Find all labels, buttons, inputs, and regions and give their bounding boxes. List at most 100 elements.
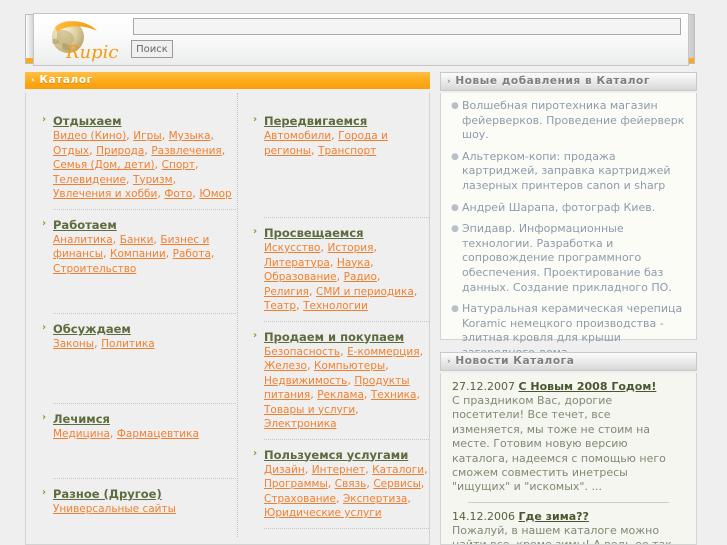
- search-input[interactable]: [133, 18, 681, 35]
- search-button[interactable]: Поиск: [131, 40, 173, 58]
- link-separator: ,: [355, 402, 359, 416]
- chevron-right-icon: ›: [42, 217, 47, 229]
- catalog-subcategory-link[interactable]: Музыка: [169, 130, 211, 142]
- catalog-subcategory-link[interactable]: Интернет: [312, 464, 365, 476]
- catalog-subcategory-link[interactable]: Наука: [337, 257, 370, 269]
- catalog-link-list: Аналитика, Банки, Бизнес и финансы, Комп…: [40, 233, 236, 277]
- link-separator: ,: [363, 388, 371, 401]
- catalog-subcategory-link[interactable]: Видео (Кино): [53, 130, 126, 142]
- catalog-subcategory-link[interactable]: Дизайн: [264, 464, 305, 476]
- new-addition-item[interactable]: ● Альтерком-копи: продажа картриджей, зап…: [451, 150, 686, 194]
- catalog-subcategory-link[interactable]: Е-коммерция: [347, 346, 419, 358]
- catalog-subcategory-link[interactable]: Железо: [264, 360, 307, 372]
- catalog-subcategory-link[interactable]: Театр: [264, 300, 296, 312]
- catalog-group-link[interactable]: Продаем и покупаем: [264, 330, 404, 344]
- catalog-group-title: › Работаем: [40, 218, 236, 232]
- catalog-subcategory-link[interactable]: Техника: [371, 389, 417, 401]
- catalog-subcategory-link[interactable]: Радио: [344, 271, 377, 283]
- catalog-subcategory-link[interactable]: Юридические услуги: [264, 507, 382, 519]
- catalog-group: › Пользуемся услугами Дизайн, Интернет, Ка…: [251, 448, 429, 521]
- catalog-subcategory-link[interactable]: Религия: [264, 286, 309, 298]
- catalog-link-list: Дизайн, Интернет, Каталоги, Программы, С…: [251, 463, 429, 521]
- bullet-icon: ●: [451, 224, 459, 235]
- catalog-subcategory-link[interactable]: Политика: [101, 338, 155, 350]
- catalog-group-link[interactable]: Обсуждаем: [53, 322, 131, 336]
- catalog-subcategory-link[interactable]: Работа: [173, 248, 211, 260]
- catalog-subcategory-link[interactable]: СМИ и периодика: [316, 286, 414, 298]
- catalog-subcategory-link[interactable]: Юмор: [199, 188, 231, 200]
- news-title-link[interactable]: С Новым 2008 Годом!: [518, 380, 656, 393]
- catalog-subcategory-link[interactable]: Каталоги: [372, 464, 424, 476]
- catalog-column-left: › Отдыхаем Видео (Кино), Игры, Музыка, Отд…: [40, 93, 236, 517]
- catalog-subcategory-link[interactable]: Увлечения и хобби: [53, 188, 157, 200]
- catalog-subcategory-link[interactable]: Недвижимость: [264, 375, 347, 387]
- catalog-group-title: › Передвигаемся: [251, 114, 429, 128]
- catalog-group-link[interactable]: Отдыхаем: [53, 114, 122, 128]
- new-addition-item[interactable]: ● Андрей Шарапа, фотограф Киев.: [451, 201, 686, 216]
- catalog-subcategory-link[interactable]: История: [327, 242, 373, 254]
- catalog-group-link[interactable]: Просвещаемся: [264, 226, 364, 240]
- catalog-subcategory-link[interactable]: Реклама: [317, 389, 364, 401]
- news-title-link[interactable]: Где зима??: [518, 510, 588, 523]
- svg-text:Rupic: Rupic: [65, 42, 119, 63]
- catalog-divider: [53, 312, 236, 314]
- catalog-group-link[interactable]: Передвигаемся: [264, 114, 367, 128]
- catalog-divider: [264, 438, 429, 440]
- catalog-divider: [264, 216, 429, 218]
- bullet-icon: ●: [451, 151, 459, 162]
- link-separator: ,: [210, 129, 215, 142]
- catalog-subcategory-link[interactable]: Аналитика: [53, 234, 113, 246]
- catalog-subcategory-link[interactable]: Строительство: [53, 263, 136, 275]
- catalog-subcategory-link[interactable]: Законы: [53, 338, 94, 350]
- catalog-subcategory-link[interactable]: Технологии: [303, 300, 368, 312]
- catalog-subcategory-link[interactable]: Страхование: [264, 493, 336, 505]
- catalog-subcategory-link[interactable]: Природа: [96, 145, 144, 157]
- new-addition-text: Эпидавр. Информационные технологии. Разр…: [462, 222, 672, 294]
- news-divider: [468, 501, 669, 504]
- catalog-subcategory-link[interactable]: Литература: [264, 257, 330, 269]
- link-separator: ,: [210, 247, 215, 260]
- catalog-subcategory-link[interactable]: Фармацевтика: [117, 428, 199, 440]
- catalog-subcategory-link[interactable]: Семья (Дом, дети): [53, 159, 155, 171]
- catalog-group-link[interactable]: Разное (Другое): [53, 487, 162, 501]
- chevron-right-icon: ›: [42, 411, 47, 423]
- catalog-subcategory-link[interactable]: Образование: [264, 271, 337, 283]
- catalog-subcategory-link[interactable]: Развлечения: [151, 145, 221, 157]
- catalog-subcategory-link[interactable]: Телевидение: [53, 174, 126, 186]
- new-addition-item[interactable]: ● Волшебная пиротехника магазин фейерверк…: [451, 99, 686, 143]
- catalog-subcategory-link[interactable]: Электроника: [264, 418, 337, 430]
- catalog-subcategory-link[interactable]: Банки: [120, 234, 154, 246]
- news-item: 14.12.2006 Где зима?? Пожалуй, в нашем ка…: [452, 510, 685, 544]
- catalog-subcategory-link[interactable]: Фото: [164, 188, 192, 200]
- catalog-group-link[interactable]: Лечимся: [53, 412, 110, 426]
- catalog-subcategory-link[interactable]: Туризм: [133, 174, 173, 186]
- catalog-subcategory-link[interactable]: Компьютеры: [314, 360, 385, 372]
- catalog-subcategory-link[interactable]: Спорт: [162, 159, 195, 171]
- catalog-subcategory-link[interactable]: Программы: [264, 478, 328, 490]
- site-logo[interactable]: Rupic: [41, 17, 133, 63]
- link-separator: ,: [306, 359, 314, 372]
- link-separator: ,: [112, 232, 120, 246]
- news-header: › Новости Каталога: [441, 353, 696, 370]
- catalog-subcategory-link[interactable]: Сервисы: [373, 478, 421, 490]
- new-addition-item[interactable]: ● Эпидавр. Информационные технологии. Раз…: [451, 222, 686, 295]
- catalog-subcategory-link[interactable]: Игры: [133, 130, 161, 142]
- catalog-group-link[interactable]: Пользуемся услугами: [264, 448, 408, 462]
- catalog-subcategory-link[interactable]: Отдых: [53, 145, 89, 157]
- catalog-subcategory-link[interactable]: Автомобили: [264, 130, 331, 142]
- catalog-subcategory-link[interactable]: Экспертиза: [343, 493, 407, 505]
- catalog-subcategory-link[interactable]: Универсальные сайты: [53, 503, 176, 515]
- catalog-subcategory-link[interactable]: Медицина: [53, 428, 110, 440]
- catalog-subcategory-link[interactable]: Искусство: [264, 242, 320, 254]
- catalog-subcategory-link[interactable]: Компании: [110, 248, 166, 260]
- catalog-subcategory-link[interactable]: Связь: [335, 478, 367, 490]
- catalog-subcategory-link[interactable]: Транспорт: [318, 145, 376, 157]
- catalog-link-list: Автомобили, Города и регионы, Транспорт: [251, 129, 429, 158]
- catalog-spacer: [40, 352, 236, 396]
- catalog-subcategory-link[interactable]: Товары и услуги: [264, 404, 355, 416]
- catalog-subcategory-link[interactable]: Безопасность: [264, 346, 340, 358]
- catalog-group: › Лечимся Медицина, Фармацевтика: [40, 412, 236, 442]
- catalog-group-link[interactable]: Работаем: [53, 218, 117, 232]
- link-separator: ,: [385, 359, 389, 372]
- news-item-heading: 27.12.2007 С Новым 2008 Годом!: [452, 380, 685, 393]
